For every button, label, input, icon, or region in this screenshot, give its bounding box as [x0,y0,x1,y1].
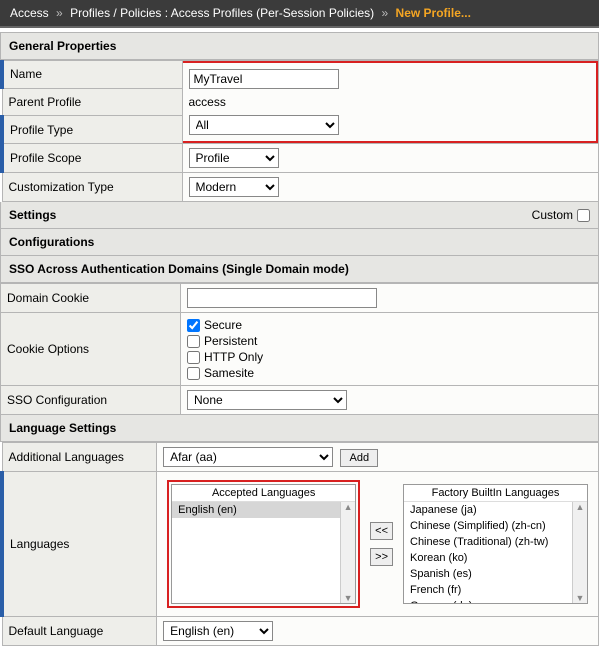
section-language-settings: Language Settings [0,415,599,442]
general-properties-table: Name access All Parent Profile Profile T… [0,60,599,202]
custom-checkbox[interactable] [577,209,590,222]
scrollbar[interactable]: ▲▼ [340,502,355,603]
scroll-up-icon[interactable]: ▲ [344,502,353,512]
settings-title: Settings [9,208,56,222]
additional-languages-label: Additional Languages [2,443,157,472]
httponly-label: HTTP Only [204,350,263,364]
factory-languages-listbox[interactable]: Factory BuiltIn Languages Japanese (ja) … [403,484,588,604]
sso-configuration-label: SSO Configuration [1,386,181,415]
list-item[interactable]: English (en) [172,502,355,518]
default-language-label: Default Language [2,617,157,646]
profile-scope-label: Profile Scope [2,144,182,173]
profile-type-label: Profile Type [2,116,182,144]
default-language-select[interactable]: English (en) [163,621,273,641]
domain-cookie-input[interactable] [187,288,377,308]
list-item[interactable]: Chinese (Traditional) (zh-tw) [404,534,587,550]
profile-scope-select[interactable]: Profile [189,148,279,168]
breadcrumb-sep-2: » [382,6,389,20]
scroll-up-icon[interactable]: ▲ [576,502,585,512]
name-input[interactable] [189,69,339,89]
add-language-button[interactable]: Add [340,449,378,467]
list-item[interactable]: Japanese (ja) [404,502,587,518]
section-sso: SSO Across Authentication Domains (Singl… [0,256,599,283]
accepted-languages-listbox[interactable]: Accepted Languages English (en) ▲▼ [171,484,356,604]
section-configurations: Configurations [0,229,599,256]
list-item[interactable]: Spanish (es) [404,566,587,582]
parent-profile-value: access [189,91,591,113]
additional-languages-select[interactable]: Afar (aa) [163,447,333,467]
factory-languages-title: Factory BuiltIn Languages [404,485,587,502]
accepted-languages-title: Accepted Languages [172,485,355,502]
samesite-checkbox[interactable] [187,367,200,380]
customization-type-label: Customization Type [2,173,182,202]
list-item[interactable]: French (fr) [404,582,587,598]
section-general-properties: General Properties [0,32,599,60]
name-label: Name [2,61,182,89]
samesite-label: Samesite [204,366,254,380]
section-settings: Settings Custom [0,202,599,229]
sso-configuration-select[interactable]: None [187,390,347,410]
languages-label: Languages [2,472,157,617]
breadcrumb-access[interactable]: Access [10,6,49,20]
list-item[interactable]: Korean (ko) [404,550,587,566]
scroll-down-icon[interactable]: ▼ [576,593,585,603]
breadcrumb-current: New Profile... [396,6,471,20]
customization-type-select[interactable]: Modern [189,177,279,197]
breadcrumb-profiles[interactable]: Profiles / Policies : Access Profiles (P… [70,6,374,20]
move-left-button[interactable]: << [370,522,393,540]
secure-checkbox[interactable] [187,319,200,332]
move-right-button[interactable]: >> [370,548,393,566]
scrollbar[interactable]: ▲▼ [572,502,587,603]
profile-type-select[interactable]: All [189,115,339,135]
persistent-checkbox[interactable] [187,335,200,348]
scroll-down-icon[interactable]: ▼ [344,593,353,603]
httponly-checkbox[interactable] [187,351,200,364]
breadcrumb-sep-1: » [56,6,63,20]
breadcrumb: Access » Profiles / Policies : Access Pr… [0,0,599,28]
secure-label: Secure [204,318,242,332]
persistent-label: Persistent [204,334,257,348]
language-settings-table: Additional Languages Afar (aa) Add Langu… [0,442,599,646]
list-item[interactable]: German (de) [404,598,587,603]
list-item[interactable]: Chinese (Simplified) (zh-cn) [404,518,587,534]
cookie-options-label: Cookie Options [1,313,181,386]
parent-profile-label: Parent Profile [2,88,182,116]
custom-label: Custom [532,208,573,222]
sso-table: Domain Cookie Cookie Options Secure Pers… [0,283,599,415]
domain-cookie-label: Domain Cookie [1,284,181,313]
